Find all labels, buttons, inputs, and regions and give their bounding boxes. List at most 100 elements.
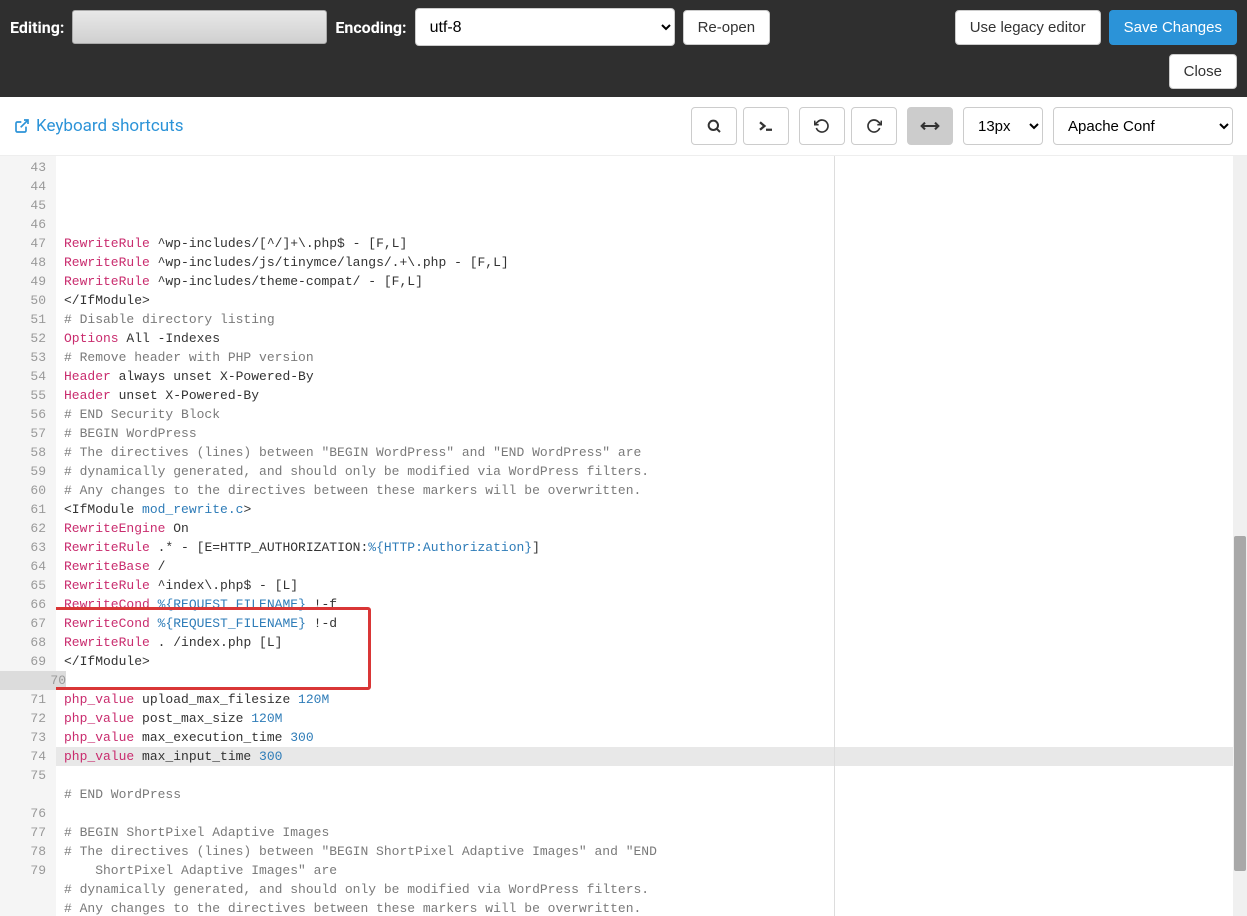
redo-icon — [866, 118, 882, 134]
line-number: 73 — [0, 728, 46, 747]
line-number: 79 — [0, 861, 46, 880]
reopen-button[interactable]: Re-open — [683, 10, 771, 45]
code-line[interactable]: RewriteBase / — [64, 557, 1247, 576]
line-number: 61 — [0, 500, 46, 519]
line-number: 65 — [0, 576, 46, 595]
vertical-scrollbar[interactable] — [1233, 156, 1247, 916]
syntax-select[interactable]: Apache Conf — [1053, 107, 1233, 145]
line-number: 43 — [0, 158, 46, 177]
line-number: 77 — [0, 823, 46, 842]
scrollbar-thumb[interactable] — [1234, 536, 1246, 871]
search-icon — [706, 118, 722, 134]
code-line[interactable]: RewriteCond %{REQUEST_FILENAME} !-d — [64, 614, 1247, 633]
code-line[interactable]: php_value max_execution_time 300 — [64, 728, 1247, 747]
undo-icon — [814, 118, 830, 134]
code-line[interactable]: </IfModule> — [64, 652, 1247, 671]
code-line[interactable]: RewriteRule ^wp-includes/[^/]+\.php$ - [… — [64, 234, 1247, 253]
code-line[interactable]: RewriteRule .* - [E=HTTP_AUTHORIZATION:%… — [64, 538, 1247, 557]
code-line[interactable]: ShortPixel Adaptive Images" are — [64, 861, 1247, 880]
undo-button[interactable] — [799, 107, 845, 145]
code-line[interactable]: # The directives (lines) between "BEGIN … — [64, 842, 1247, 861]
font-size-select[interactable]: 13px — [963, 107, 1043, 145]
terminal-icon — [757, 119, 775, 133]
code-line[interactable]: RewriteRule ^wp-includes/js/tinymce/lang… — [64, 253, 1247, 272]
line-number: 66 — [0, 595, 46, 614]
line-number — [0, 785, 46, 804]
keyboard-shortcuts-label: Keyboard shortcuts — [36, 116, 183, 136]
line-number: 71 — [0, 690, 46, 709]
code-line[interactable]: # END WordPress — [64, 785, 1247, 804]
code-line[interactable]: # BEGIN WordPress — [64, 424, 1247, 443]
code-line[interactable] — [64, 804, 1247, 823]
code-line[interactable]: # Remove header with PHP version — [64, 348, 1247, 367]
line-number: 64 — [0, 557, 46, 576]
line-number: 46 — [0, 215, 46, 234]
code-line[interactable]: RewriteCond %{REQUEST_FILENAME} !-f — [64, 595, 1247, 614]
code-line[interactable]: Options All -Indexes — [64, 329, 1247, 348]
line-number-gutter: 4344454647484950515253545556575859606162… — [0, 156, 56, 916]
line-number: 52 — [0, 329, 46, 348]
terminal-button[interactable] — [743, 107, 789, 145]
code-line[interactable]: Header always unset X-Powered-By — [64, 367, 1247, 386]
line-number: 44 — [0, 177, 46, 196]
code-line[interactable]: php_value post_max_size 120M — [64, 709, 1247, 728]
line-number: 59 — [0, 462, 46, 481]
code-line[interactable]: <IfModule mod_rewrite.c> — [64, 500, 1247, 519]
code-line[interactable]: php_value upload_max_filesize 120M — [64, 690, 1247, 709]
header-bar: Editing: Encoding: utf-8 Re-open Use leg… — [0, 0, 1247, 97]
code-line[interactable]: # BEGIN ShortPixel Adaptive Images — [64, 823, 1247, 842]
code-line[interactable] — [64, 671, 1247, 690]
line-number: 72 — [0, 709, 46, 728]
editing-label: Editing: — [10, 18, 64, 37]
line-number: 60 — [0, 481, 46, 500]
encoding-select[interactable]: utf-8 — [415, 8, 675, 46]
line-number: 53 — [0, 348, 46, 367]
code-line[interactable]: </IfModule> — [64, 291, 1247, 310]
code-line[interactable]: # Any changes to the directives between … — [64, 481, 1247, 500]
close-button[interactable]: Close — [1169, 54, 1237, 89]
line-number: 69 — [0, 652, 46, 671]
line-number: 68 — [0, 633, 46, 652]
line-number: 67 — [0, 614, 46, 633]
editing-filename-input[interactable] — [72, 10, 327, 44]
line-number: 49 — [0, 272, 46, 291]
arrows-horizontal-icon — [920, 120, 940, 132]
encoding-label: Encoding: — [335, 18, 406, 37]
line-number: 55 — [0, 386, 46, 405]
code-line[interactable]: RewriteRule . /index.php [L] — [64, 633, 1247, 652]
code-line[interactable]: # The directives (lines) between "BEGIN … — [64, 443, 1247, 462]
editor-vertical-guide — [834, 156, 835, 916]
line-number: 76 — [0, 804, 46, 823]
line-number: 51 — [0, 310, 46, 329]
line-number: 62 — [0, 519, 46, 538]
code-line[interactable]: RewriteRule ^index\.php$ - [L] — [64, 576, 1247, 595]
code-editor[interactable]: RewriteRule ^wp-includes/[^/]+\.php$ - [… — [56, 156, 1247, 916]
line-number: 54 — [0, 367, 46, 386]
code-line[interactable]: RewriteRule ^wp-includes/theme-compat/ -… — [64, 272, 1247, 291]
search-button[interactable] — [691, 107, 737, 145]
code-line[interactable]: # END Security Block — [64, 405, 1247, 424]
line-number: 50 — [0, 291, 46, 310]
line-number: 47 — [0, 234, 46, 253]
editor-container: 4344454647484950515253545556575859606162… — [0, 156, 1247, 916]
keyboard-shortcuts-link[interactable]: Keyboard shortcuts — [14, 116, 183, 136]
code-line[interactable]: RewriteEngine On — [64, 519, 1247, 538]
code-line[interactable]: Header unset X-Powered-By — [64, 386, 1247, 405]
code-line[interactable]: # dynamically generated, and should only… — [64, 880, 1247, 899]
wrap-toggle-button[interactable] — [907, 107, 953, 145]
line-number: 75 — [0, 766, 46, 785]
external-link-icon — [14, 118, 30, 134]
line-number: 74 — [0, 747, 46, 766]
legacy-editor-button[interactable]: Use legacy editor — [955, 10, 1101, 45]
code-line[interactable]: # dynamically generated, and should only… — [64, 462, 1247, 481]
line-number: 57 — [0, 424, 46, 443]
line-number: 56 — [0, 405, 46, 424]
line-number: 58 — [0, 443, 46, 462]
save-changes-button[interactable]: Save Changes — [1109, 10, 1237, 45]
code-line[interactable]: # Disable directory listing — [64, 310, 1247, 329]
code-line[interactable]: php_value max_input_time 300 — [56, 747, 1247, 766]
redo-button[interactable] — [851, 107, 897, 145]
line-number: 63 — [0, 538, 46, 557]
code-line[interactable] — [64, 766, 1247, 785]
line-number: 45 — [0, 196, 46, 215]
